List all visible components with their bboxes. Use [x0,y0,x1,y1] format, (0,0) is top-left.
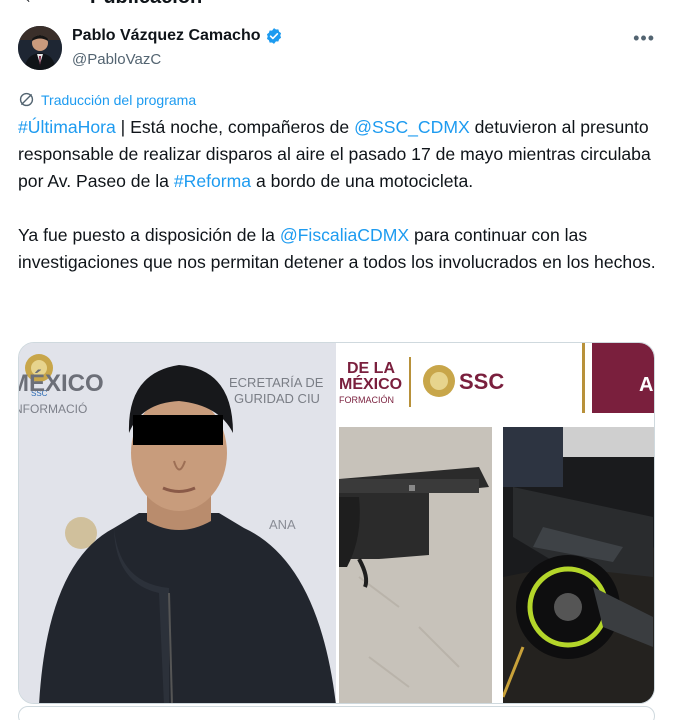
censor-bar [133,415,223,445]
more-options-icon[interactable]: ••• [633,28,655,49]
right-banner-text-1: DE LA [347,360,395,377]
left-wall-text-3: GURIDAD CIU [234,391,320,406]
tweet-paragraph-2: Ya fue puesto a disposición de la @Fisca… [18,222,658,276]
page-title: Publicación [90,0,202,9]
tweet-text-segment: | Está noche, compañeros de [115,117,355,137]
hashtag-ultimahora[interactable]: #ÚltimaHora [18,117,116,137]
translation-label: Traducción del programa [41,91,197,108]
right-banner-edge: A [639,374,653,396]
translate-globe-icon [19,92,34,107]
ssc-banner-icon: DE LA MÉXICO FORMACIÓN SSC A [339,343,654,425]
author-handle[interactable]: @PabloVazC [72,51,161,68]
left-wall-text-5: ANA [269,517,296,532]
mention-ssc-cdmx[interactable]: @SSC_CDMX [354,117,470,137]
detainee-photo-icon: SSC MÉXICO NFORMACIÓ ECRETARÍA DE GURIDA… [19,343,336,703]
tweet-text-segment: a bordo de una motocicleta. [251,171,474,191]
profile-photo-icon [18,26,62,70]
media-photo-weapon[interactable] [339,427,492,703]
verified-badge-icon [265,27,283,45]
tweet-text-segment: Ya fue puesto a disposición de la [18,225,280,245]
back-arrow-icon[interactable]: ← [22,0,42,9]
left-wall-text-4: NFORMACIÓ [19,401,87,416]
hashtag-reforma[interactable]: #Reforma [174,171,251,191]
translation-link[interactable]: Traducción del programa [18,91,196,108]
next-card-edge [18,706,655,720]
tweet-paragraph-1: #ÚltimaHora | Está noche, compañeros de … [18,114,658,195]
media-banner-ssc[interactable]: DE LA MÉXICO FORMACIÓN SSC A [339,343,654,425]
media-photo-motorcycle[interactable] [503,427,654,703]
right-banner-ssc: SSC [459,369,504,394]
motorcycle-photo-icon [503,427,654,703]
page-header: ← Publicación [0,0,679,8]
mention-fiscalia-cdmx[interactable]: @FiscaliaCDMX [280,225,409,245]
media-grid: SSC MÉXICO NFORMACIÓ ECRETARÍA DE GURIDA… [18,342,655,704]
avatar[interactable] [18,26,62,70]
media-photo-detainee[interactable]: SSC MÉXICO NFORMACIÓ ECRETARÍA DE GURIDA… [19,343,336,703]
tweet-header: Pablo Vázquez Camacho @PabloVazC ••• [18,26,661,72]
right-banner-text-2: MÉXICO [339,374,402,393]
left-wall-text-2: ECRETARÍA DE [229,375,324,390]
author-name[interactable]: Pablo Vázquez Camacho [72,27,261,45]
left-wall-text-1: MÉXICO [19,369,104,397]
tweet-text: #ÚltimaHora | Está noche, compañeros de … [18,114,658,276]
author-name-row: Pablo Vázquez Camacho [72,27,283,45]
weapon-photo-icon [339,427,492,703]
right-banner-text-3: FORMACIÓN [339,395,394,405]
